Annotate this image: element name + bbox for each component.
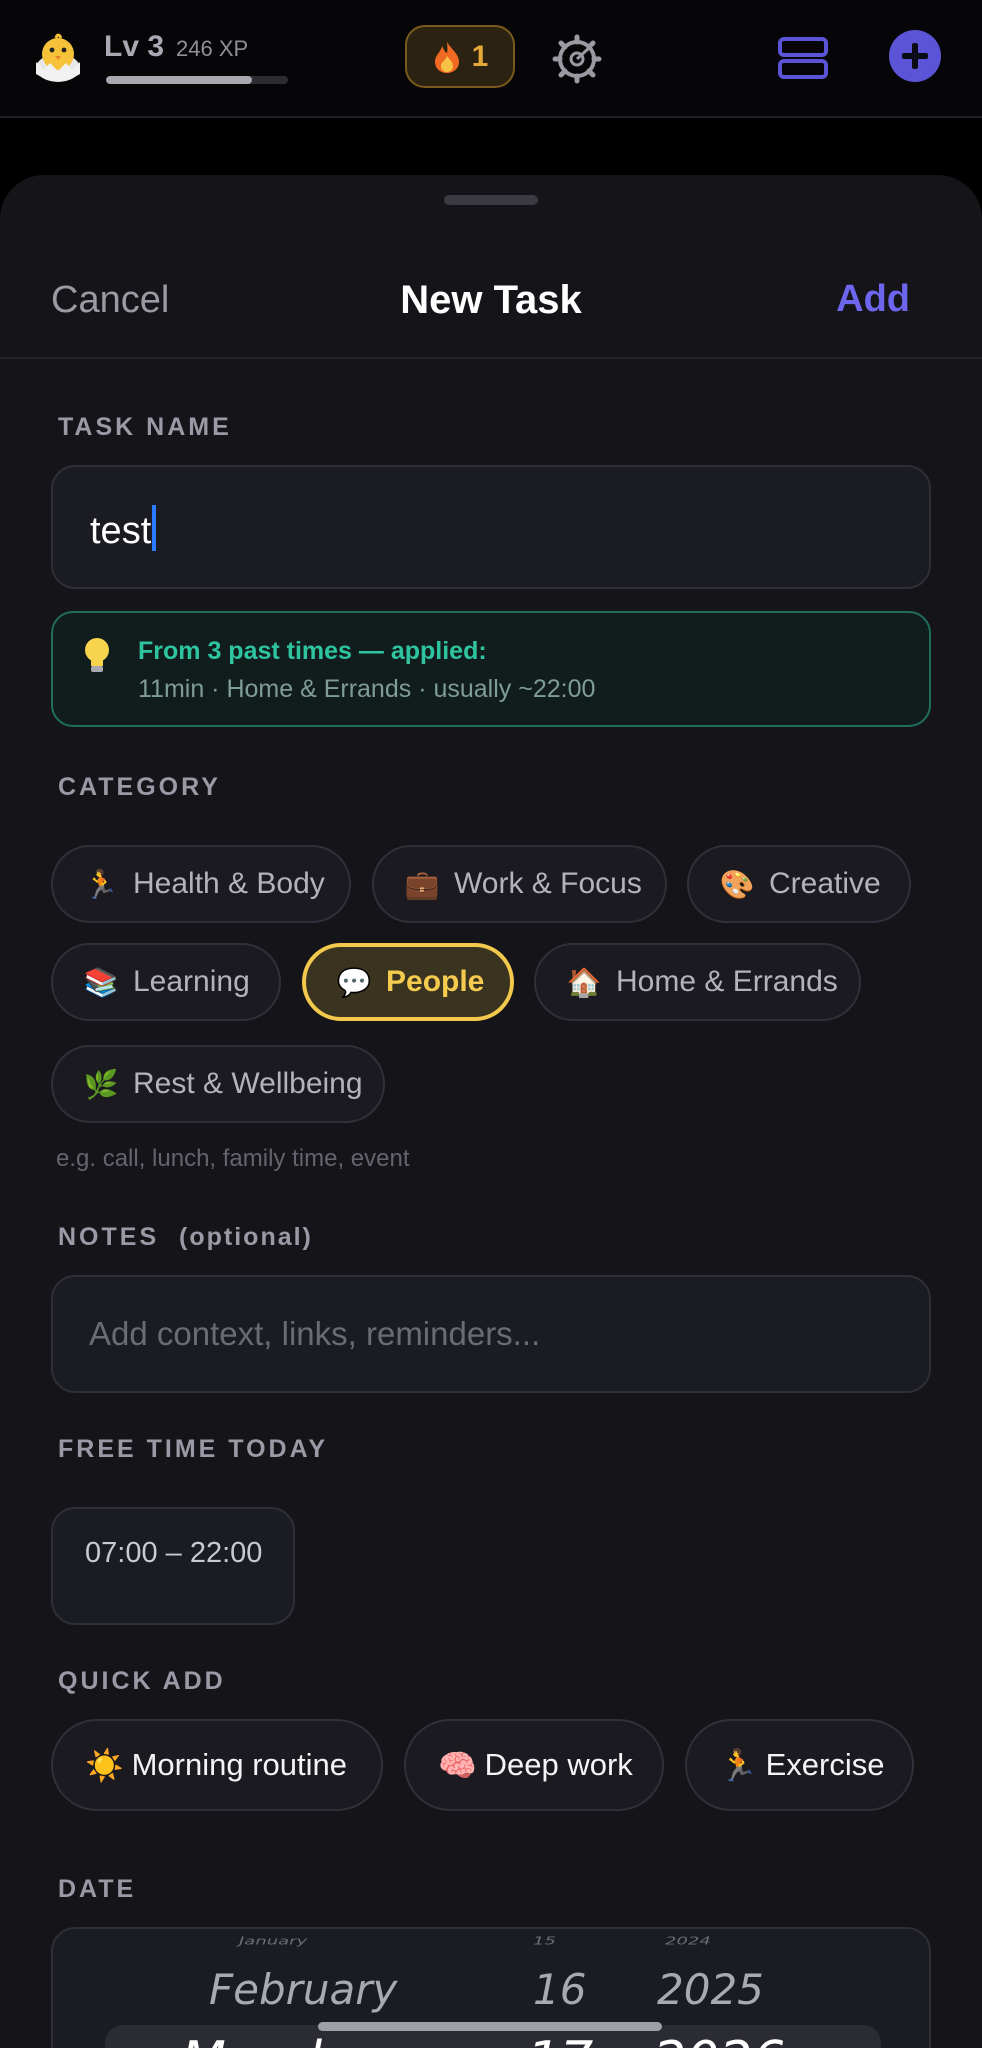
hint-title: From 3 past times — applied: xyxy=(138,637,487,665)
top-bar: Lv 3 246 XP 1 xyxy=(0,0,982,118)
category-chip-people[interactable]: 💬 People xyxy=(302,943,514,1021)
day-option[interactable]: 15 xyxy=(533,1935,556,1948)
quick-add-label-text: Morning routine xyxy=(131,1747,348,1782)
category-chip-work-focus[interactable]: 💼 Work & Focus xyxy=(372,845,667,923)
quick-add-morning-routine[interactable]: ☀️ Morning routine xyxy=(51,1719,383,1811)
sheet-grabber[interactable] xyxy=(444,195,538,205)
gear-icon[interactable] xyxy=(552,34,602,84)
new-task-sheet: Cancel New Task Add TASK NAME test From … xyxy=(0,175,982,2048)
chip-label: Health & Body xyxy=(133,867,325,900)
chip-label: Creative xyxy=(769,867,881,900)
category-chip-learning[interactable]: 📚 Learning xyxy=(51,943,281,1021)
category-helper-text: e.g. call, lunch, family time, event xyxy=(56,1145,410,1172)
notes-placeholder: Add context, links, reminders... xyxy=(89,1315,541,1352)
sun-icon: ☀️ xyxy=(85,1747,124,1783)
house-icon: 🏠 xyxy=(566,966,602,998)
text-caret xyxy=(152,505,157,551)
quick-add-exercise[interactable]: 🏃 Exercise xyxy=(685,1719,914,1811)
chip-label: Home & Errands xyxy=(616,965,838,998)
month-option[interactable]: February xyxy=(209,1965,397,2014)
add-task-button[interactable] xyxy=(889,30,941,82)
free-time-slot[interactable]: 07:00 – 22:00 xyxy=(51,1507,295,1625)
books-icon: 📚 xyxy=(83,966,119,998)
layout-toggle-icon[interactable] xyxy=(778,37,828,79)
date-label: DATE xyxy=(58,1875,137,1903)
category-chip-rest-wellbeing[interactable]: 🌿 Rest & Wellbeing xyxy=(51,1045,385,1123)
level-label: Lv 3 xyxy=(104,30,165,63)
category-chip-creative[interactable]: 🎨 Creative xyxy=(687,845,911,923)
notes-label-text: NOTES xyxy=(58,1223,160,1251)
quick-add-label-text: Deep work xyxy=(484,1747,633,1782)
plus-icon xyxy=(902,43,928,69)
add-button[interactable]: Add xyxy=(836,278,910,321)
home-indicator[interactable] xyxy=(318,2022,662,2031)
quick-add-deep-work[interactable]: 🧠 Deep work xyxy=(404,1719,664,1811)
notes-label: NOTES (optional) xyxy=(58,1223,313,1252)
day-option[interactable]: 16 xyxy=(533,1965,586,2014)
hint-detail: 11min · Home & Errands · usually ~22:00 xyxy=(138,675,596,703)
month-option[interactable]: January xyxy=(239,1935,307,1948)
xp-progress-fill xyxy=(106,76,252,84)
year-option[interactable]: 2025 xyxy=(657,1965,764,2014)
sheet-title: New Task xyxy=(400,278,582,322)
year-selected[interactable]: 2026 xyxy=(653,2031,785,2048)
day-selected[interactable]: 17 xyxy=(527,2031,593,2048)
chip-label: People xyxy=(386,965,485,998)
chick-icon[interactable] xyxy=(30,30,86,86)
category-label: CATEGORY xyxy=(58,773,221,801)
runner-icon: 🏃 xyxy=(83,868,119,900)
category-chip-home-errands[interactable]: 🏠 Home & Errands xyxy=(534,943,861,1021)
lightbulb-icon xyxy=(85,638,109,672)
chip-label: Work & Focus xyxy=(454,867,642,900)
free-time-label: FREE TIME TODAY xyxy=(58,1435,329,1463)
free-time-range: 07:00 – 22:00 xyxy=(85,1537,263,1569)
palette-icon: 🎨 xyxy=(719,868,755,900)
chip-label: Learning xyxy=(133,965,250,998)
briefcase-icon: 💼 xyxy=(404,868,440,900)
month-selected[interactable]: March xyxy=(181,2031,341,2048)
herb-icon: 🌿 xyxy=(83,1068,119,1100)
streak-badge[interactable]: 1 xyxy=(405,25,515,88)
speech-bubble-icon: 💬 xyxy=(336,966,372,998)
quick-add-label-text: Exercise xyxy=(765,1747,885,1782)
task-name-value: test xyxy=(90,510,152,552)
notes-input[interactable]: Add context, links, reminders... xyxy=(51,1275,931,1393)
streak-count: 1 xyxy=(471,39,489,73)
xp-progress-bar xyxy=(106,76,288,84)
notes-optional-text: (optional) xyxy=(179,1223,313,1251)
quick-add-label: QUICK ADD xyxy=(58,1667,226,1695)
category-chip-health-body[interactable]: 🏃 Health & Body xyxy=(51,845,351,923)
task-name-input[interactable]: test xyxy=(51,465,931,589)
year-option[interactable]: 2024 xyxy=(665,1935,711,1948)
flame-icon xyxy=(434,41,459,73)
suggestion-hint: From 3 past times — applied: 11min · Hom… xyxy=(51,611,931,727)
chip-label: Rest & Wellbeing xyxy=(133,1067,363,1100)
brain-icon: 🧠 xyxy=(438,1747,477,1783)
task-name-label: TASK NAME xyxy=(58,413,232,441)
runner-icon: 🏃 xyxy=(719,1747,758,1783)
xp-label: 246 XP xyxy=(176,36,249,61)
